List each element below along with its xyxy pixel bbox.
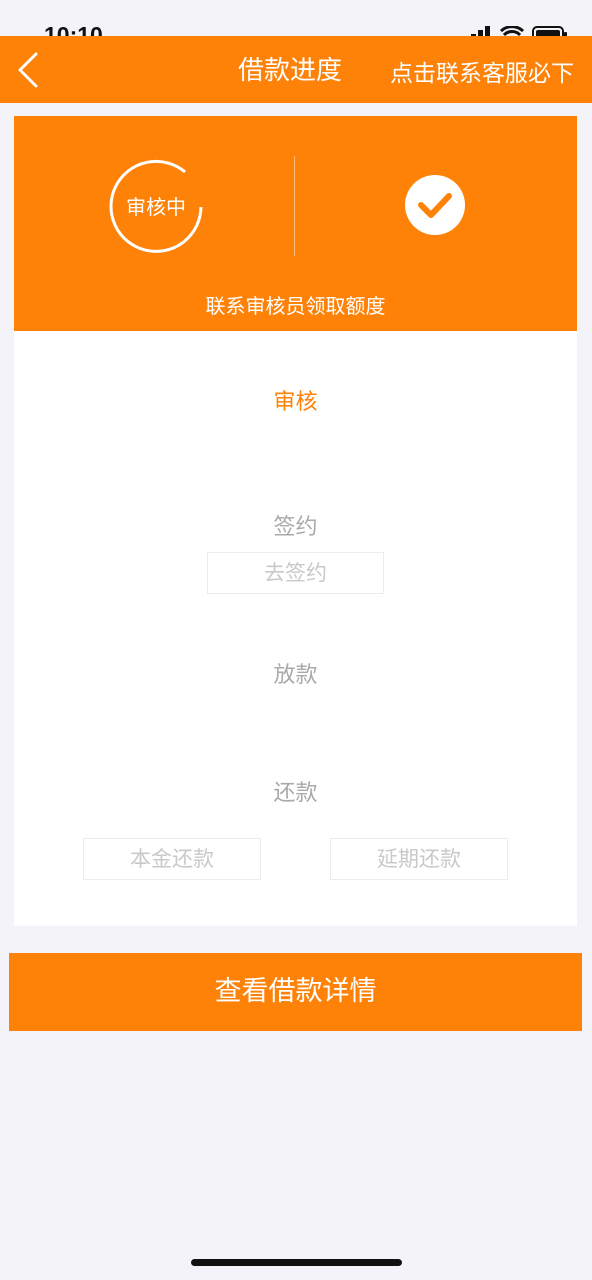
step-sign-label: 签约 [273, 515, 318, 540]
page-title: 借款进度 [238, 56, 343, 86]
nav-bar: 借款进度 点击联系客服必下 [0, 36, 592, 103]
review-status-ring: 审核中 [105, 156, 207, 258]
go-sign-button[interactable]: 去签约 [207, 552, 384, 594]
chevron-left-icon [18, 52, 38, 88]
step-disburse-label: 放款 [273, 663, 318, 688]
contact-reviewer-caption: 联系审核员领取额度 [205, 294, 386, 318]
step-review-label: 审核 [273, 390, 318, 415]
back-button[interactable] [8, 48, 48, 92]
home-indicator [191, 1259, 402, 1266]
progress-header: 审核中 联系审核员领取额度 [14, 116, 577, 331]
header-divider [294, 156, 295, 256]
view-loan-details-button[interactable]: 查看借款详情 [9, 953, 582, 1031]
check-circle-icon [404, 174, 466, 236]
status-bar: 10:10 [0, 0, 592, 48]
progress-card: 审核中 联系审核员领取额度 审核 签约 去签约 放款 还款 本金还款 延期还款 [14, 116, 577, 926]
principal-repay-button[interactable]: 本金还款 [83, 838, 261, 880]
contact-service-link[interactable]: 点击联系客服必下 [390, 54, 574, 88]
review-status-label: 审核中 [126, 195, 186, 219]
extend-repay-button[interactable]: 延期还款 [330, 838, 508, 880]
step-repay-label: 还款 [273, 781, 318, 806]
